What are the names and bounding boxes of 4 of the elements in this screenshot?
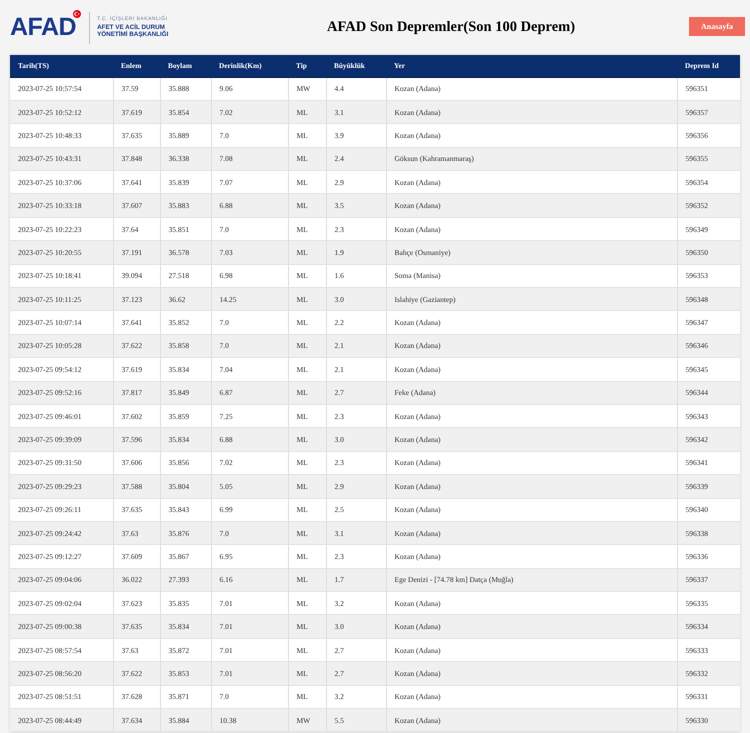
logo-wordmark: AFAD [10,15,76,40]
page-title: AFAD Son Depremler(Son 100 Deprem) [326,19,576,36]
home-button[interactable]: Anasayfa [689,17,745,36]
crescent-star-icon [73,10,82,18]
